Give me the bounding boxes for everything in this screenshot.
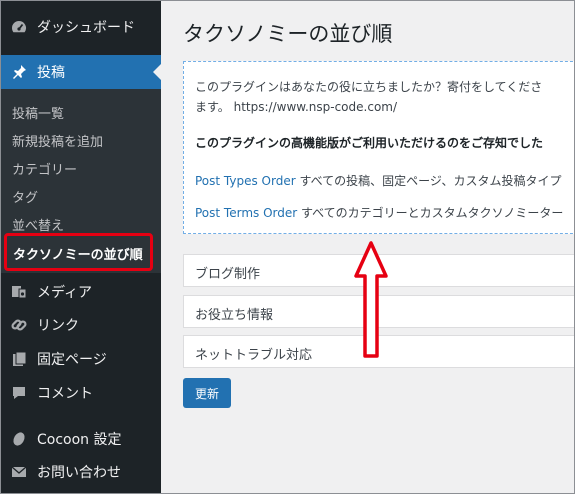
menu-contact[interactable]: お問い合わせ xyxy=(0,456,161,488)
dashboard-icon xyxy=(9,17,29,37)
mail-icon xyxy=(9,462,29,482)
pin-icon xyxy=(9,62,29,82)
menu-dashboard[interactable]: ダッシュボード xyxy=(0,10,161,44)
submenu-tags[interactable]: タグ xyxy=(12,187,38,206)
notice-line-4: Post Types Order すべての投稿、固定ページ、カスタム投稿タイプ xyxy=(195,172,562,189)
notice-line-2: ます。 https://www.nsp-code.com/ xyxy=(195,100,398,114)
post-types-order-link[interactable]: Post Types Order xyxy=(195,174,296,188)
menu-cocoon-label: Cocoon 設定 xyxy=(37,432,122,448)
update-button[interactable]: 更新 xyxy=(183,378,231,408)
cocoon-icon xyxy=(9,429,29,449)
notice-line-5: Post Terms Order すべてのカテゴリーとカスタムタクソノミーター xyxy=(195,204,563,221)
link-icon xyxy=(9,315,29,335)
submenu-categories[interactable]: カテゴリー xyxy=(12,159,77,178)
submenu-taxonomy-order[interactable]: タクソノミーの並び順 xyxy=(4,233,153,271)
annotation-arrow-icon xyxy=(354,241,388,358)
menu-pages[interactable]: 固定ページ xyxy=(0,342,161,376)
menu-posts[interactable]: 投稿 xyxy=(0,55,161,89)
submenu-reorder[interactable]: 並べ替え xyxy=(12,215,64,234)
submenu-add-new[interactable]: 新規投稿を追加 xyxy=(12,131,103,150)
taxonomy-item-label: お役立ち情報 xyxy=(195,308,274,323)
menu-media-label: メディア xyxy=(37,285,93,301)
comment-icon xyxy=(9,383,29,403)
notice-line-1: このプラグインはあなたの役に立ちましたか？寄付をしてくださ xyxy=(195,80,543,94)
menu-links[interactable]: リンク xyxy=(0,309,161,341)
notice-line-3: このプラグインの高機能版がご利用いただけるのをご存知でした xyxy=(195,136,544,150)
menu-contact-label: お問い合わせ xyxy=(37,465,121,481)
taxonomy-item-label: ブログ制作 xyxy=(195,267,261,282)
active-pointer xyxy=(153,64,161,80)
menu-posts-label: 投稿 xyxy=(37,65,65,81)
pages-icon xyxy=(9,349,29,369)
submenu-taxonomy-order-label: タクソノミーの並び順 xyxy=(13,248,143,263)
menu-media[interactable]: メディア xyxy=(0,276,161,308)
submenu-all-posts[interactable]: 投稿一覧 xyxy=(12,103,64,122)
page-title: タクソノミーの並び順 xyxy=(183,22,393,46)
menu-cocoon-settings[interactable]: Cocoon 設定 xyxy=(0,423,161,455)
donation-notice: このプラグインはあなたの役に立ちましたか？寄付をしてくださ ます。 https:… xyxy=(183,61,575,234)
notice-line-5-rest: すべてのカテゴリーとカスタムタクソノミーター xyxy=(297,206,564,220)
menu-dashboard-label: ダッシュボード xyxy=(37,20,135,36)
menu-comments[interactable]: コメント xyxy=(0,377,161,409)
menu-links-label: リンク xyxy=(37,318,79,334)
admin-sidebar: ダッシュボード 投稿 投稿一覧 新規投稿を追加 カテゴリー タグ 並べ替え タク… xyxy=(0,0,161,494)
menu-comments-label: コメント xyxy=(37,386,93,402)
media-icon xyxy=(9,282,29,302)
notice-line-4-rest: すべての投稿、固定ページ、カスタム投稿タイプ xyxy=(295,174,562,188)
post-terms-order-link[interactable]: Post Terms Order xyxy=(195,206,297,220)
taxonomy-item-label: ネットトラブル対応 xyxy=(195,348,313,363)
menu-pages-label: 固定ページ xyxy=(37,352,107,368)
